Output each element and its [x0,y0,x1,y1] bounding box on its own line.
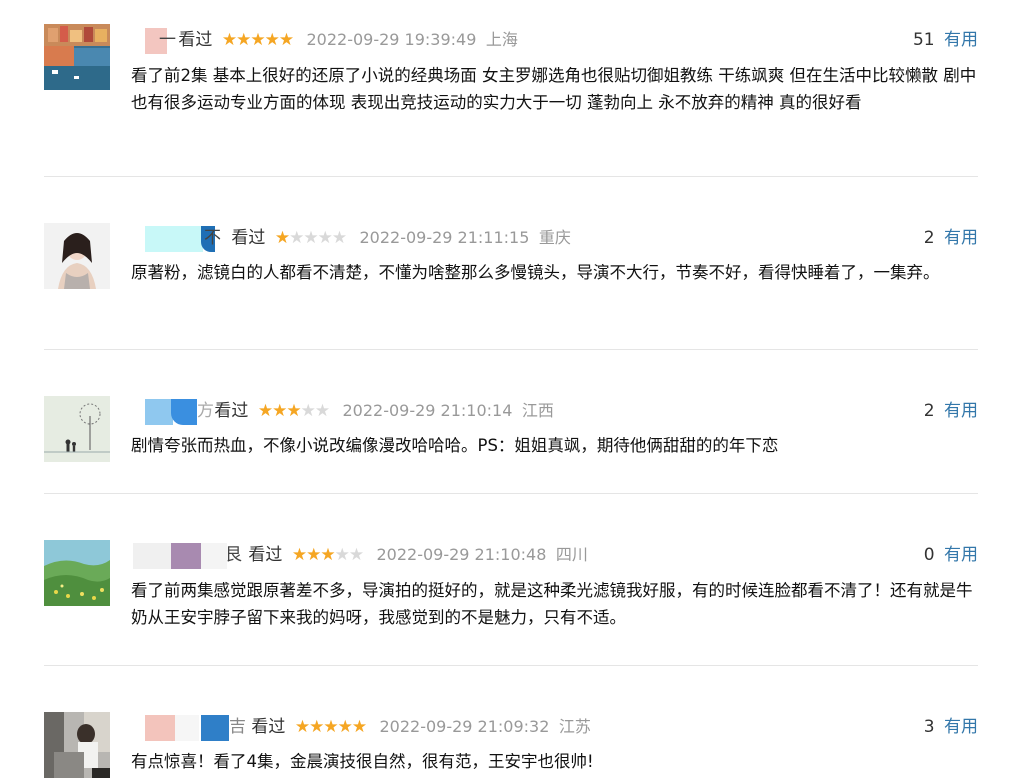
rating-stars: ★★★★★ [257,399,330,423]
useful-button[interactable]: 有用 [944,228,978,248]
username-mask [145,226,203,252]
star-filled-icon: ★ [257,401,273,421]
star-filled-icon: ★ [294,717,310,737]
star-empty-icon: ★ [348,545,364,565]
comment-meta: 吉 看过 ★★★★★ 2022-09-29 21:09:32 江苏 [131,715,591,741]
comment-time: 2022-09-29 19:39:49 [306,30,477,49]
avatar[interactable] [44,396,110,462]
avatar[interactable] [44,540,110,606]
comment-text: 有点惊喜！看了4集，金晨演技很自然，很有范，王安宇也很帅! [131,752,594,771]
star-filled-icon: ★ [291,545,307,565]
star-filled-icon: ★ [250,30,265,50]
star-empty-icon: ★ [300,401,316,421]
rating-stars: ★★★★★ [274,226,347,250]
comment-meta: 一 看过 ★★★★★ 2022-09-29 19:39:49 上海 [131,28,518,54]
comment-time: 2022-09-29 21:09:32 [379,717,550,736]
useful-button[interactable]: 有用 [944,717,978,737]
star-filled-icon: ★ [337,717,353,737]
watched-label: 看过 [248,545,283,565]
useful-button[interactable]: 有用 [944,545,978,565]
comment-text: 看了前2集 基本上很好的还原了小说的经典场面 女主罗娜选角也很贴切御姐教练 干练… [131,66,977,112]
rating-stars: ★★★★★ [294,715,367,739]
star-empty-icon: ★ [317,228,333,248]
rating-stars: ★★★★★ [221,28,294,52]
comment-text: 看了前两集感觉跟原著差不多，导演拍的挺好的，就是这种柔光滤镜我好服，有的时候连脸… [131,581,973,627]
useful-vote: 51 有用 [913,28,978,52]
comment-time: 2022-09-29 21:10:48 [376,545,547,564]
useful-vote: 0 有用 [924,543,978,567]
username-mask [145,715,175,741]
username[interactable]: 一 [131,28,176,54]
username-mask [175,715,199,741]
useful-count: 2 [923,401,935,421]
comment-text: 原著粉，滤镜白的人都看不清楚，不懂为啥整那么多慢镜头，导演不大行，节奏不好，看得… [131,263,940,282]
divider [44,176,978,177]
star-empty-icon: ★ [289,228,304,248]
watched-label: 看过 [214,401,249,421]
useful-vote: 3 有用 [924,715,978,739]
username[interactable]: 不 [131,226,226,252]
useful-count: 0 [923,545,935,565]
star-filled-icon: ★ [323,717,338,737]
username-tail[interactable]: 方 [197,399,214,423]
useful-button[interactable]: 有用 [944,30,978,50]
star-filled-icon: ★ [272,401,287,421]
useful-count: 51 [912,30,935,50]
comment-location: 上海 [485,30,518,49]
username-mask [171,543,201,569]
comment-location: 四川 [555,545,588,564]
watched-label: 看过 [251,717,286,737]
divider [44,493,978,494]
username[interactable]: 吉 [131,715,246,741]
username[interactable]: 艮 [131,543,243,569]
avatar[interactable] [44,223,110,289]
star-filled-icon: ★ [236,30,251,50]
star-filled-icon: ★ [351,717,367,737]
comment-location: 江苏 [558,717,591,736]
username-mask [171,399,197,425]
divider [44,665,978,666]
star-empty-icon: ★ [314,401,330,421]
comment-meta: 艮 看过 ★★★★★ 2022-09-29 21:10:48 四川 [131,543,588,569]
username-mask [133,543,171,569]
watched-label: 看过 [231,228,266,248]
star-empty-icon: ★ [331,228,347,248]
useful-button[interactable]: 有用 [944,401,978,421]
star-empty-icon: ★ [303,228,318,248]
rating-stars: ★★★★★ [291,543,364,567]
useful-count: 2 [923,228,935,248]
useful-vote: 2 有用 [924,226,978,250]
divider [44,349,978,350]
avatar[interactable] [44,712,110,778]
comment-meta: 方 看过 ★★★★★ 2022-09-29 21:10:14 江西 [131,399,554,425]
comment-location: 重庆 [538,228,571,247]
star-filled-icon: ★ [278,30,294,50]
star-filled-icon: ★ [286,401,301,421]
comment-location: 江西 [521,401,554,420]
username-mask [201,715,229,741]
star-filled-icon: ★ [274,228,290,248]
star-empty-icon: ★ [334,545,350,565]
star-filled-icon: ★ [221,30,237,50]
username-tail[interactable]: 一 [159,28,176,52]
comment-time: 2022-09-29 21:11:15 [359,228,530,247]
comment-meta: 不 看过 ★★★★★ 2022-09-29 21:11:15 重庆 [131,226,571,252]
username-tail[interactable]: 艮 [225,543,242,567]
star-filled-icon: ★ [320,545,335,565]
username-mask [145,399,173,425]
comment-text: 剧情夸张而热血，不像小说改编像漫改哈哈哈。PS：姐姐真飒，期待他俩甜甜的的年下恋 [131,436,779,455]
useful-count: 3 [923,717,935,737]
star-filled-icon: ★ [306,545,321,565]
comment-time: 2022-09-29 21:10:14 [342,401,513,420]
avatar[interactable] [44,24,110,90]
star-filled-icon: ★ [309,717,324,737]
username[interactable]: 方 [131,399,214,425]
username-tail[interactable]: 不 [204,226,221,250]
watched-label: 看过 [178,30,213,50]
username-tail[interactable]: 吉 [229,715,246,739]
username-mask [201,543,227,569]
useful-vote: 2 有用 [924,399,978,423]
star-filled-icon: ★ [264,30,280,50]
